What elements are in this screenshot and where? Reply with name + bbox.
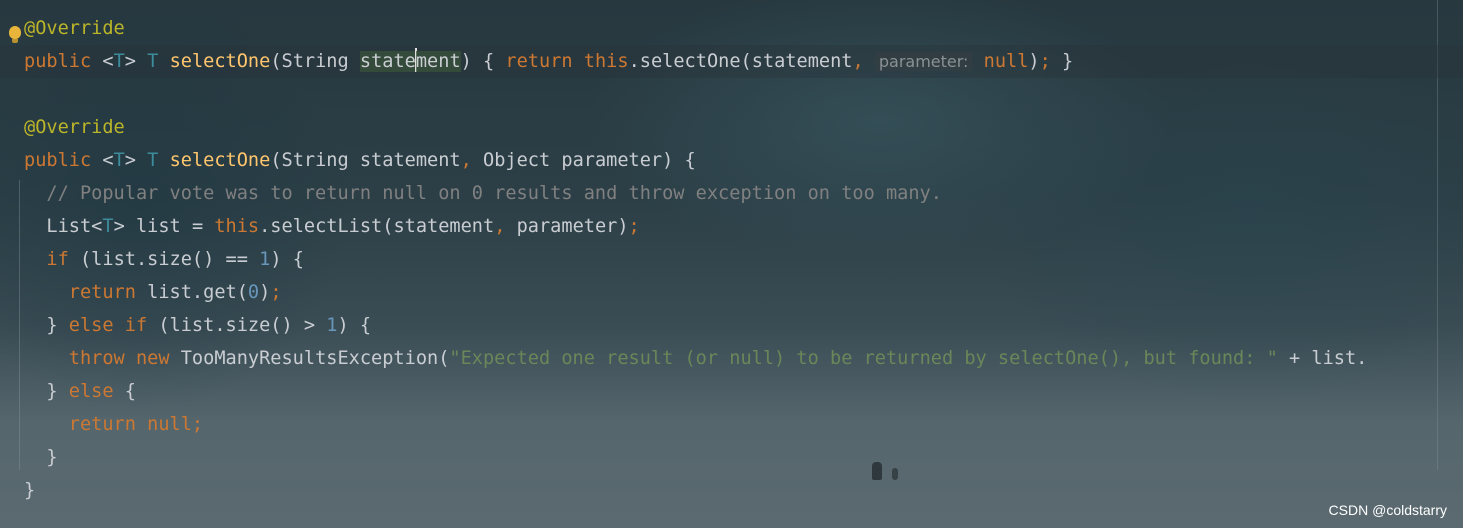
code-token: (String statement bbox=[270, 150, 461, 171]
code-token: ment bbox=[415, 51, 461, 72]
code-token: } bbox=[24, 447, 58, 468]
code-token: parameter) bbox=[516, 216, 629, 237]
code-token: ) { bbox=[270, 249, 304, 270]
code-token: } bbox=[24, 381, 69, 402]
code-token: (list.size() == bbox=[79, 249, 260, 270]
code-token: Object parameter) { bbox=[483, 150, 696, 171]
code-token: (String bbox=[270, 51, 360, 72]
code-line-6[interactable]: // Popular vote was to return null on 0 … bbox=[24, 177, 942, 210]
code-token: ; bbox=[628, 216, 640, 237]
code-token: null bbox=[983, 51, 1029, 72]
code-token: < bbox=[102, 51, 114, 72]
code-token: ; bbox=[270, 282, 282, 303]
code-token: public bbox=[24, 150, 103, 171]
code-token: } bbox=[1050, 51, 1074, 72]
code-token: ) bbox=[259, 282, 271, 303]
code-token: T bbox=[102, 216, 114, 237]
code-editor[interactable]: @Override public <T> T selectOne(String s… bbox=[0, 0, 1463, 528]
code-token: < bbox=[102, 150, 114, 171]
code-token: selectOne bbox=[169, 150, 271, 171]
code-line-11[interactable]: throw new TooManyResultsException("Expec… bbox=[24, 342, 1368, 375]
code-token: , bbox=[460, 150, 484, 171]
code-line-7[interactable]: List<T> list = this.selectList(statement… bbox=[24, 210, 640, 243]
code-token: this bbox=[214, 216, 260, 237]
background-figure bbox=[872, 462, 882, 480]
code-token: List< bbox=[24, 216, 103, 237]
code-line-10[interactable]: } else if (list.size() > 1) { bbox=[24, 309, 371, 342]
code-token: list.get( bbox=[147, 282, 248, 303]
code-token: // Popular vote was to return null on 0 … bbox=[24, 183, 942, 204]
code-token: selectOne bbox=[169, 51, 271, 72]
background-figure-small bbox=[892, 468, 898, 480]
code-token: throw new bbox=[68, 348, 181, 369]
code-line-12[interactable]: } else { bbox=[24, 375, 136, 408]
code-token: return bbox=[505, 51, 584, 72]
code-token: } bbox=[24, 315, 69, 336]
code-token: .selectList(statement bbox=[259, 216, 495, 237]
code-token: T bbox=[113, 150, 125, 171]
code-token: , bbox=[852, 51, 875, 72]
code-line-1[interactable]: @Override bbox=[24, 12, 125, 45]
code-token: T bbox=[147, 150, 170, 171]
code-token: else if bbox=[68, 315, 159, 336]
code-token: else bbox=[68, 381, 125, 402]
code-token: 1 bbox=[326, 315, 338, 336]
code-token: > bbox=[124, 150, 148, 171]
watermark: CSDN @coldstarry bbox=[1328, 502, 1447, 518]
indent-guide bbox=[19, 180, 20, 470]
code-token: T bbox=[147, 51, 170, 72]
parameter-hint: parameter: bbox=[874, 52, 973, 71]
code-token: + list. bbox=[1277, 348, 1368, 369]
code-token: public bbox=[24, 51, 103, 72]
code-line-4[interactable]: @Override bbox=[24, 111, 125, 144]
code-token: (list.size() > bbox=[158, 315, 327, 336]
code-token: return null; bbox=[68, 414, 204, 435]
code-line-15[interactable]: } bbox=[24, 474, 35, 507]
code-token: 1 bbox=[259, 249, 271, 270]
code-token: > list = bbox=[113, 216, 215, 237]
code-line-5[interactable]: public <T> T selectOne(String statement,… bbox=[24, 144, 696, 177]
code-token: this bbox=[583, 51, 629, 72]
code-token: 0 bbox=[247, 282, 260, 303]
code-line-8[interactable]: if (list.size() == 1) { bbox=[24, 243, 304, 276]
code-token: @Override bbox=[24, 117, 125, 138]
code-line-2[interactable]: public <T> T selectOne(String statement)… bbox=[0, 45, 1463, 78]
code-token: @Override bbox=[24, 18, 125, 39]
lightbulb-icon[interactable] bbox=[9, 26, 21, 43]
code-line-9[interactable]: return list.get(0); bbox=[24, 276, 282, 309]
code-token: return bbox=[68, 282, 148, 303]
code-token: .selectOne(statement bbox=[628, 51, 853, 72]
code-token: "Expected one result (or null) to be ret… bbox=[449, 348, 1278, 369]
code-token: ) { bbox=[460, 51, 506, 72]
code-token: TooManyResultsException( bbox=[180, 348, 450, 369]
code-token: > bbox=[124, 51, 148, 72]
code-token: ) { bbox=[337, 315, 372, 336]
code-token: } bbox=[24, 480, 36, 501]
code-token: { bbox=[124, 381, 136, 402]
code-token: ; bbox=[1039, 51, 1051, 72]
code-token: , bbox=[494, 216, 517, 237]
code-token: ) bbox=[1028, 51, 1040, 72]
code-token: if bbox=[46, 249, 80, 270]
code-line-13[interactable]: return null; bbox=[24, 408, 203, 441]
code-token: T bbox=[113, 51, 125, 72]
code-line-14[interactable]: } bbox=[24, 441, 58, 474]
code-token: state bbox=[359, 51, 416, 72]
